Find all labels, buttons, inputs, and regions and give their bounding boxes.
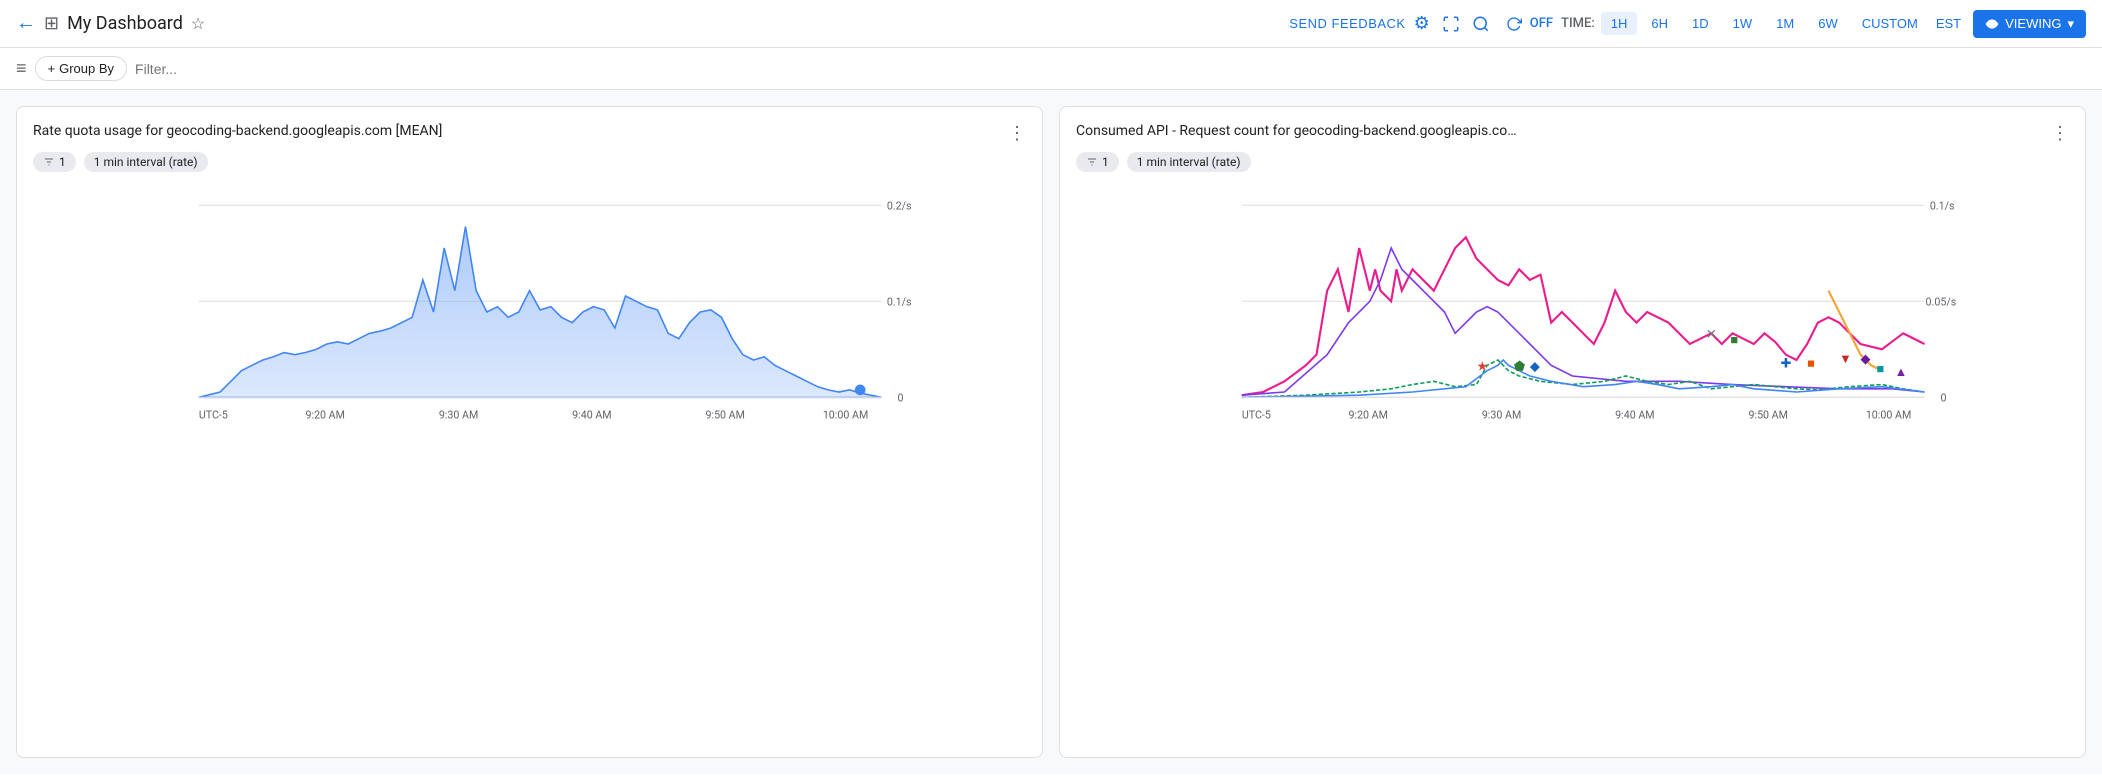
chart2-filter-count: 1	[1102, 155, 1109, 169]
toolbar-center: SEND FEEDBACK ⚙	[1289, 9, 1493, 38]
gear-icon: ⚙	[1414, 13, 1430, 34]
svg-text:0.1/s: 0.1/s	[887, 296, 912, 309]
svg-text:9:30 AM: 9:30 AM	[439, 409, 478, 422]
chart-card-1: Rate quota usage for geocoding-backend.g…	[16, 106, 1043, 758]
search-button[interactable]	[1468, 11, 1494, 37]
time-6w-button[interactable]: 6W	[1808, 12, 1848, 35]
time-1d-button[interactable]: 1D	[1682, 12, 1719, 35]
toolbar: ← ⊞ My Dashboard ☆ SEND FEEDBACK ⚙ OFF T…	[0, 0, 2102, 48]
chart1-interval-badge: 1 min interval (rate)	[84, 152, 208, 172]
svg-text:■: ■	[1877, 362, 1885, 377]
filter-bar: ≡ + Group By	[0, 48, 2102, 90]
chevron-down-icon: ▾	[2067, 16, 2074, 32]
svg-text:0.1/s: 0.1/s	[1930, 200, 1955, 213]
plus-icon: +	[48, 61, 56, 76]
hamburger-icon[interactable]: ≡	[16, 58, 27, 79]
svg-text:9:20 AM: 9:20 AM	[306, 409, 345, 422]
card-header-1: Rate quota usage for geocoding-backend.g…	[33, 123, 1026, 144]
refresh-label: OFF	[1530, 16, 1553, 31]
svg-text:10:00 AM: 10:00 AM	[1866, 409, 1911, 422]
svg-text:■: ■	[1730, 333, 1738, 348]
timezone-button[interactable]: EST	[1936, 16, 1961, 31]
svg-text:▲: ▲	[1895, 365, 1908, 380]
group-by-button[interactable]: + Group By	[35, 56, 128, 81]
eye-icon	[1985, 17, 1999, 31]
dashboard-icon: ⊞	[44, 13, 59, 34]
svg-text:9:50 AM: 9:50 AM	[1749, 409, 1788, 422]
star-icon[interactable]: ☆	[191, 14, 205, 33]
time-6h-button[interactable]: 6H	[1641, 12, 1678, 35]
svg-text:UTC-5: UTC-5	[1242, 409, 1271, 422]
chart2-wrapper: 0.1/s 0.05/s 0 ★ ⬟ ◆	[1076, 184, 2069, 508]
fullscreen-button[interactable]	[1438, 11, 1464, 37]
settings-button[interactable]: ⚙	[1410, 9, 1434, 38]
card-title-1: Rate quota usage for geocoding-backend.g…	[33, 123, 442, 139]
svg-text:✚: ✚	[1781, 356, 1792, 371]
filter-icon-2	[1086, 156, 1098, 168]
chart1-svg: 0.2/s 0.1/s 0 UTC-5 9:20 AM 9:30 AM	[33, 184, 1026, 504]
chart2-filter-badge[interactable]: 1	[1076, 152, 1119, 172]
svg-text:9:20 AM: 9:20 AM	[1349, 409, 1388, 422]
chart1-wrapper: 0.2/s 0.1/s 0 UTC-5 9:20 AM 9:30 AM	[33, 184, 1026, 508]
svg-text:9:50 AM: 9:50 AM	[706, 409, 745, 422]
time-label: TIME:	[1561, 16, 1595, 31]
chart1-more-button[interactable]: ⋮	[1008, 123, 1026, 144]
time-1w-button[interactable]: 1W	[1723, 12, 1763, 35]
svg-text:◆: ◆	[1861, 352, 1871, 367]
toolbar-left: ← ⊞ My Dashboard ☆	[16, 12, 1281, 35]
page-title: My Dashboard	[67, 13, 183, 34]
card-meta-1: 1 1 min interval (rate)	[33, 152, 1026, 172]
card-title-2: Consumed API - Request count for geocodi…	[1076, 123, 1517, 139]
svg-text:⬟: ⬟	[1514, 360, 1526, 375]
svg-text:0: 0	[898, 392, 904, 405]
chart2-more-button[interactable]: ⋮	[2051, 123, 2069, 144]
viewing-label: VIEWING	[2005, 16, 2061, 31]
search-icon	[1472, 15, 1490, 33]
svg-text:■: ■	[1807, 356, 1815, 371]
refresh-icon	[1506, 16, 1522, 32]
svg-text:9:40 AM: 9:40 AM	[572, 409, 611, 422]
group-by-label: Group By	[59, 61, 114, 76]
svg-text:9:40 AM: 9:40 AM	[1615, 409, 1654, 422]
refresh-button[interactable]	[1502, 12, 1526, 36]
svg-text:◆: ◆	[1530, 360, 1540, 375]
svg-text:▼: ▼	[1839, 352, 1852, 367]
chart2-interval-badge: 1 min interval (rate)	[1127, 152, 1251, 172]
svg-text:10:00 AM: 10:00 AM	[823, 409, 868, 422]
toolbar-right: OFF TIME: 1H 6H 1D 1W 1M 6W CUSTOM EST V…	[1502, 10, 2086, 38]
svg-text:0.05/s: 0.05/s	[1926, 296, 1957, 309]
card-header-2: Consumed API - Request count for geocodi…	[1076, 123, 2069, 144]
svg-text:9:30 AM: 9:30 AM	[1482, 409, 1521, 422]
filter-icon	[43, 156, 55, 168]
main-content: Rate quota usage for geocoding-backend.g…	[0, 90, 2102, 774]
send-feedback-button[interactable]: SEND FEEDBACK	[1289, 16, 1405, 31]
time-1h-button[interactable]: 1H	[1601, 12, 1638, 35]
svg-text:★: ★	[1477, 360, 1488, 375]
svg-text:0: 0	[1941, 392, 1947, 405]
chart1-filter-count: 1	[59, 155, 66, 169]
chart1-filter-badge[interactable]: 1	[33, 152, 76, 172]
svg-text:UTC-5: UTC-5	[199, 409, 228, 422]
svg-text:0.2/s: 0.2/s	[887, 200, 912, 213]
time-1m-button[interactable]: 1M	[1766, 12, 1804, 35]
fullscreen-icon	[1442, 15, 1460, 33]
svg-text:✕: ✕	[1706, 328, 1717, 343]
card-meta-2: 1 1 min interval (rate)	[1076, 152, 2069, 172]
filter-input[interactable]	[135, 61, 2086, 77]
back-button[interactable]: ←	[16, 12, 36, 35]
viewing-button[interactable]: VIEWING ▾	[1973, 10, 2086, 38]
time-custom-button[interactable]: CUSTOM	[1852, 12, 1928, 35]
chart2-svg: 0.1/s 0.05/s 0 ★ ⬟ ◆	[1076, 184, 2069, 504]
chart-card-2: Consumed API - Request count for geocodi…	[1059, 106, 2086, 758]
